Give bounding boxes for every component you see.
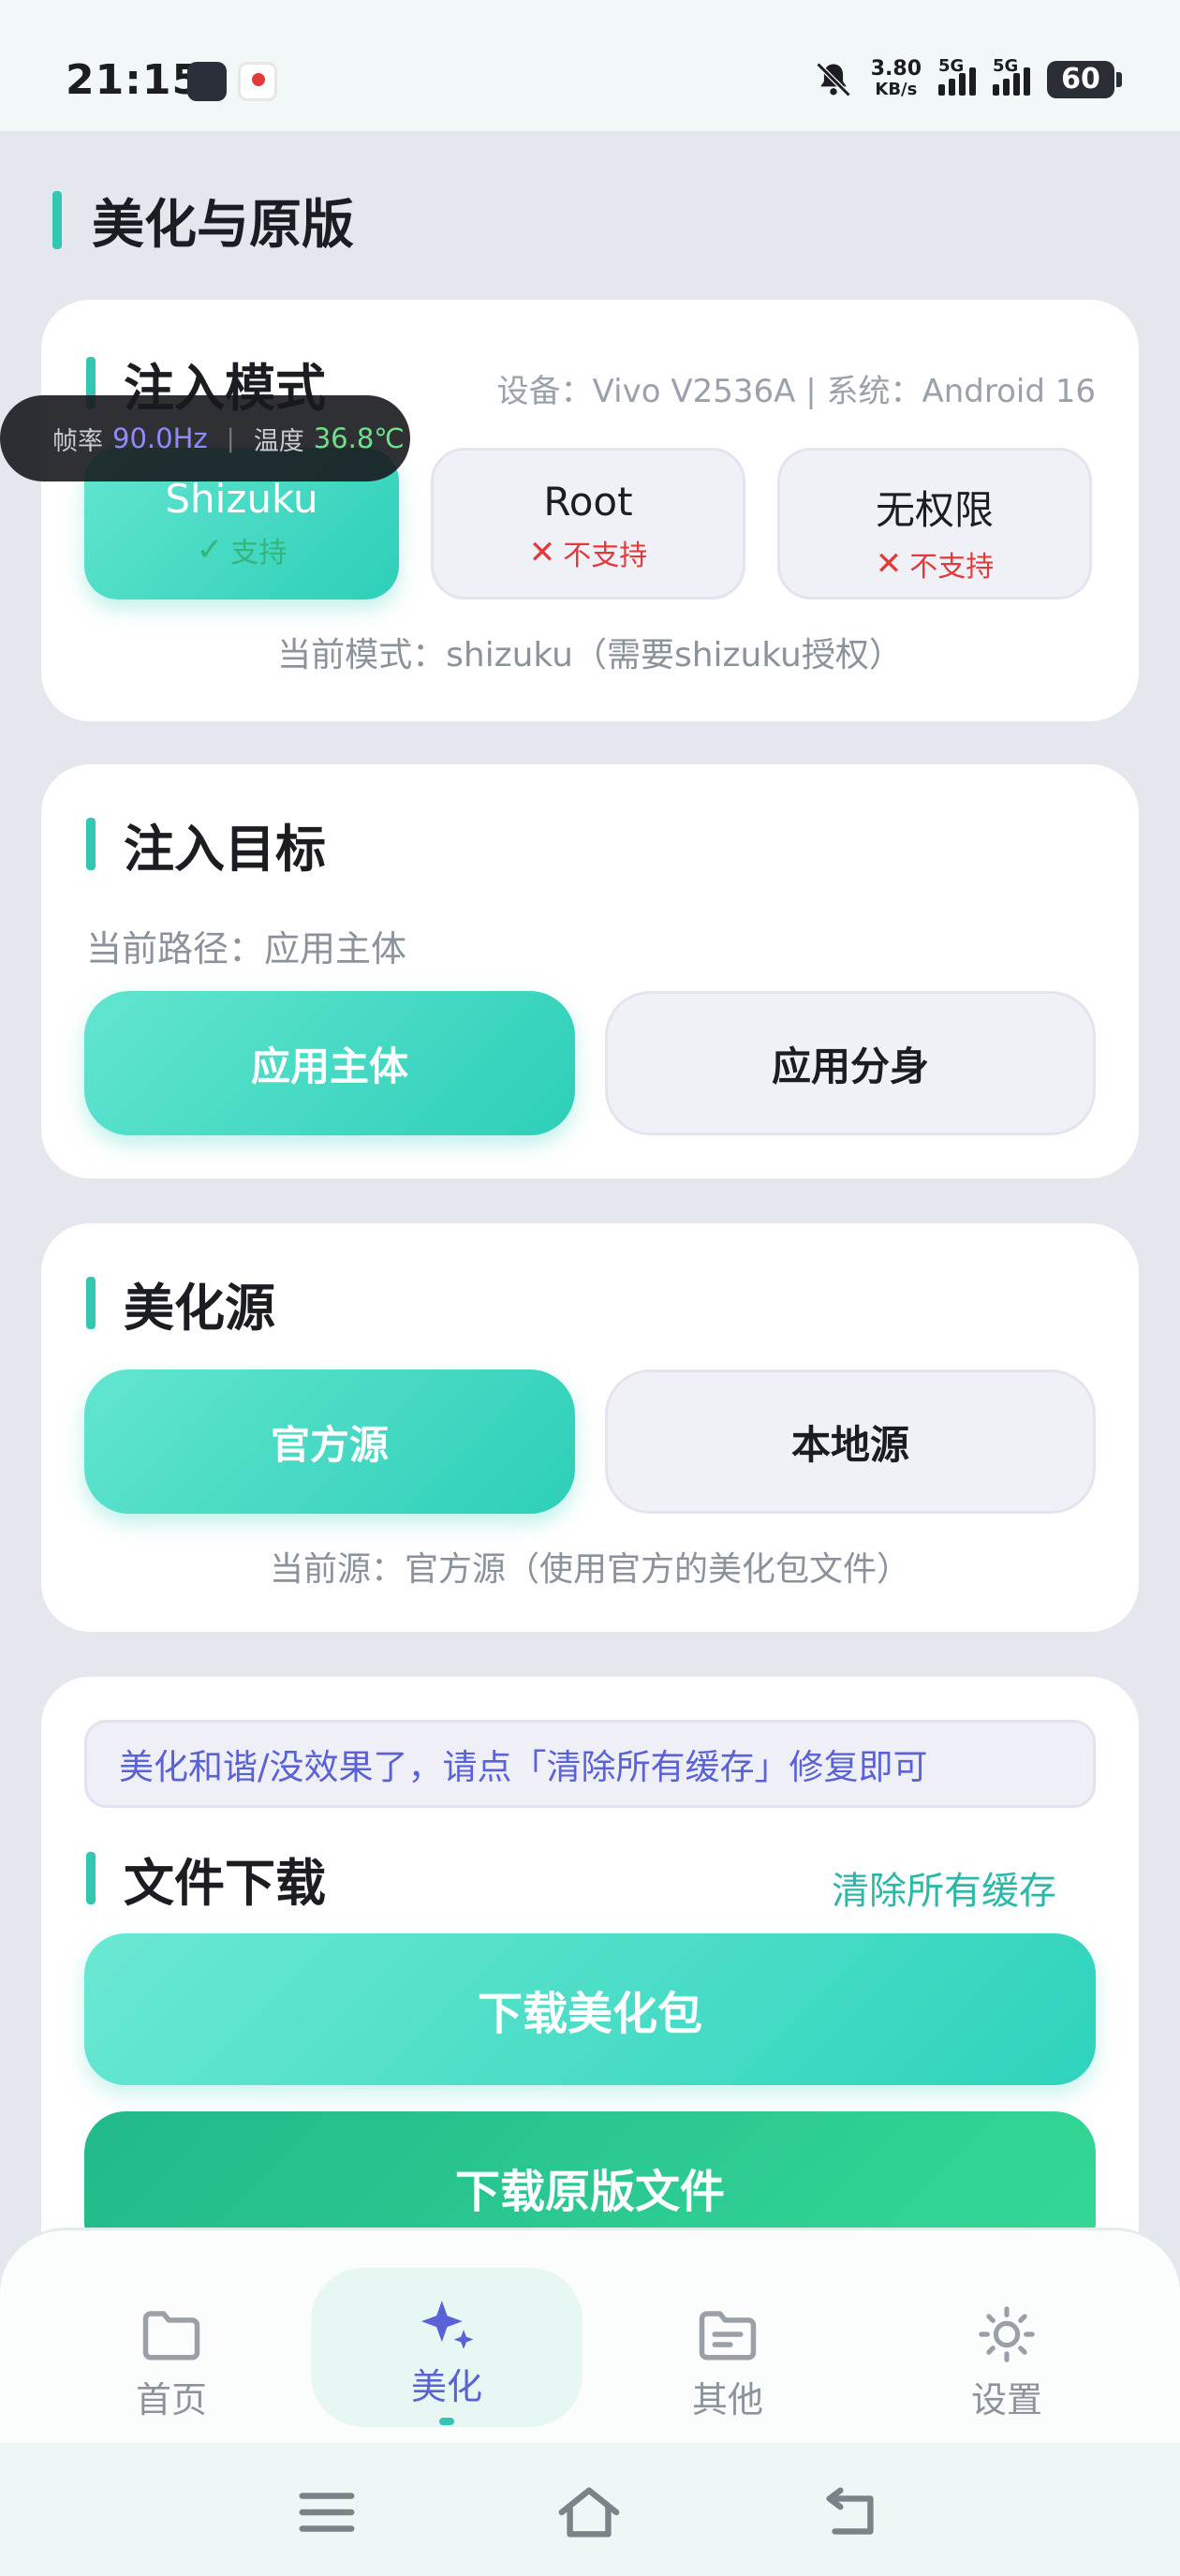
folder-icon bbox=[142, 2311, 200, 2361]
cache-hint-banner: 美化和谐/没效果了，请点「清除所有缓存」修复即可 bbox=[84, 1720, 1096, 1808]
fps-overlay[interactable]: 帧率 90.0Hz | 温度 36.8℃ bbox=[0, 395, 410, 481]
mode-status: ✕ 不支持 bbox=[528, 534, 648, 572]
bottom-navigation: 首页 美化 其他 设置 bbox=[0, 2228, 1180, 2443]
section-accent-bar bbox=[86, 818, 96, 870]
section-title: 注入目标 bbox=[124, 819, 326, 879]
map-notification-icon bbox=[238, 62, 277, 101]
cross-icon: ✕ bbox=[875, 545, 903, 583]
section-accent-bar bbox=[86, 1277, 96, 1329]
sim1-signal-icon: 5G bbox=[938, 56, 976, 96]
status-bar: 21:15 3.80 KB/s 5G 5G 60 bbox=[0, 0, 1180, 131]
beautify-source-card: 美化源 官方源 本地源 当前源：官方源（使用官方的美化包文件） bbox=[41, 1223, 1139, 1632]
back-icon[interactable] bbox=[819, 2484, 884, 2540]
source-local-button[interactable]: 本地源 bbox=[605, 1369, 1096, 1514]
fps-label: 帧率 bbox=[52, 426, 103, 456]
current-source-text: 当前源：官方源（使用官方的美化包文件） bbox=[269, 1550, 910, 1589]
battery-indicator: 60 bbox=[1047, 61, 1122, 98]
system-navigation-bar bbox=[0, 2443, 1180, 2576]
status-indicators: 3.80 KB/s 5G 5G 60 bbox=[813, 54, 1122, 105]
mode-no-permission-button[interactable]: 无权限 ✕ 不支持 bbox=[777, 448, 1092, 600]
nav-label: 美化 bbox=[410, 2366, 482, 2407]
home-icon[interactable] bbox=[556, 2484, 622, 2540]
page-header: 美化与原版 bbox=[52, 187, 354, 256]
section-header: 文件下载 bbox=[86, 1847, 326, 1913]
sun-gear-icon bbox=[979, 2306, 1035, 2362]
nav-item-settings[interactable]: 设置 bbox=[871, 2268, 1143, 2427]
nav-item-home[interactable]: 首页 bbox=[36, 2268, 307, 2427]
section-header: 注入目标 bbox=[86, 813, 326, 879]
sim2-signal-icon: 5G bbox=[993, 56, 1030, 96]
nav-item-other[interactable]: 其他 bbox=[592, 2268, 863, 2427]
section-header: 美化源 bbox=[86, 1272, 275, 1338]
title-accent-bar bbox=[52, 191, 62, 249]
temp-label: 温度 bbox=[253, 426, 304, 456]
current-path-text: 当前路径：应用主体 bbox=[86, 928, 407, 970]
nav-label: 首页 bbox=[135, 2379, 207, 2421]
mode-name: Root bbox=[543, 479, 633, 525]
nav-label: 设置 bbox=[970, 2379, 1042, 2421]
fps-value: 90.0Hz bbox=[112, 422, 208, 454]
active-indicator bbox=[439, 2418, 454, 2425]
device-info: 设备：Vivo V2536A | 系统：Android 16 bbox=[496, 373, 1096, 410]
menu-icon[interactable] bbox=[294, 2484, 360, 2540]
overlay-divider: | bbox=[226, 423, 235, 453]
network-speed: 3.80 KB/s bbox=[870, 57, 922, 100]
nav-label: 其他 bbox=[691, 2379, 763, 2421]
nav-item-beautify[interactable]: 美化 bbox=[311, 2268, 583, 2427]
page-title: 美化与原版 bbox=[92, 194, 354, 256]
app-notification-icon bbox=[187, 62, 227, 101]
target-main-app-button[interactable]: 应用主体 bbox=[84, 991, 575, 1135]
injection-mode-card: 注入模式 设备：Vivo V2536A | 系统：Android 16 Shiz… bbox=[41, 300, 1139, 721]
section-title: 美化源 bbox=[124, 1278, 275, 1338]
section-title: 文件下载 bbox=[124, 1853, 326, 1913]
cross-icon: ✕ bbox=[528, 534, 556, 571]
target-app-clone-button[interactable]: 应用分身 bbox=[605, 991, 1096, 1135]
file-folder-icon bbox=[699, 2311, 757, 2361]
mode-name: 无权限 bbox=[875, 487, 994, 533]
download-beautify-button[interactable]: 下载美化包 bbox=[84, 1933, 1096, 2085]
bell-muted-icon bbox=[816, 62, 851, 97]
sparkle-icon bbox=[420, 2301, 474, 2349]
temp-value: 36.8℃ bbox=[313, 422, 405, 454]
injection-target-card: 注入目标 当前路径：应用主体 应用主体 应用分身 bbox=[41, 764, 1139, 1178]
mode-status: ✓ 支持 bbox=[196, 531, 288, 570]
mode-status: ✕ 不支持 bbox=[875, 545, 995, 584]
section-accent-bar bbox=[86, 1852, 96, 1904]
mode-name: Shizuku bbox=[165, 476, 318, 522]
clear-cache-link[interactable]: 清除所有缓存 bbox=[832, 1860, 1056, 1915]
mode-root-button[interactable]: Root ✕ 不支持 bbox=[431, 448, 745, 600]
source-official-button[interactable]: 官方源 bbox=[84, 1369, 575, 1514]
current-mode-text: 当前模式：shizuku（需要shizuku授权） bbox=[277, 636, 903, 674]
check-icon: ✓ bbox=[196, 531, 224, 569]
status-time: 21:15 bbox=[66, 56, 202, 104]
